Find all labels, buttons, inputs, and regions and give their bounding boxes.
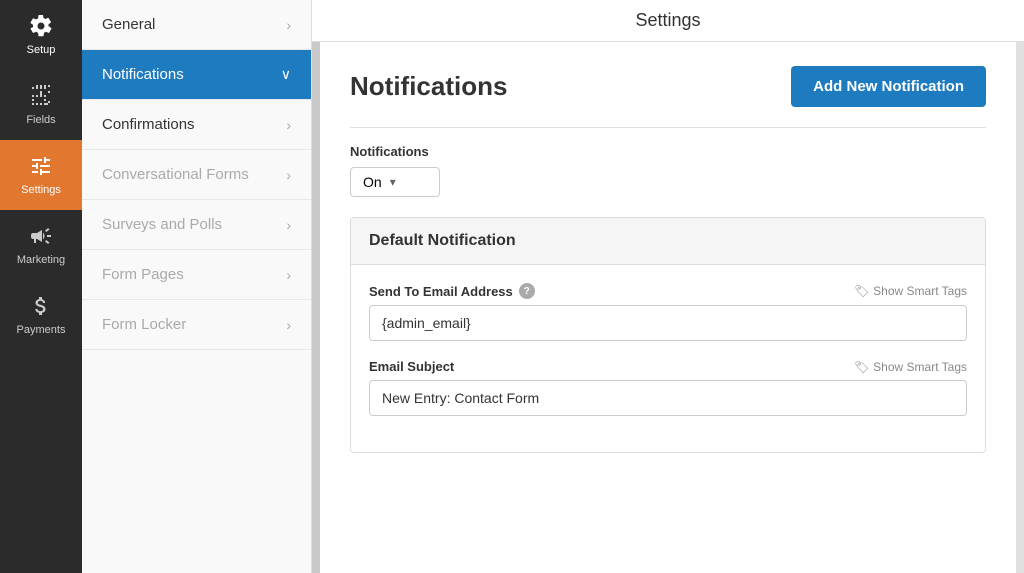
- sidebar-item-settings[interactable]: Settings: [0, 140, 82, 210]
- nav-item-general[interactable]: General ›: [82, 0, 311, 50]
- scrollbar[interactable]: [1016, 42, 1024, 573]
- nav-sidebar: General › Notifications ∨ Confirmations …: [82, 0, 312, 573]
- send-to-email-group: Send To Email Address ? 🏷 Show Smart Tag…: [369, 283, 967, 341]
- notification-card-body: Send To Email Address ? 🏷 Show Smart Tag…: [351, 265, 985, 452]
- email-subject-input[interactable]: [369, 380, 967, 416]
- gear-icon: [29, 14, 53, 38]
- email-subject-smart-tags-label: Show Smart Tags: [873, 360, 967, 374]
- nav-item-form-locker[interactable]: Form Locker ›: [82, 300, 311, 350]
- content-area: Notifications Add New Notification Notif…: [312, 42, 1024, 573]
- nav-item-conversational-forms-label: Conversational Forms: [102, 166, 249, 183]
- tag-icon: 🏷: [854, 284, 869, 298]
- page-title: Settings: [635, 10, 700, 30]
- notifications-value: On: [363, 174, 382, 190]
- icon-sidebar: Setup Fields Settings Marketing Payments: [0, 0, 82, 573]
- nav-item-notifications-label: Notifications: [102, 66, 184, 83]
- notifications-toggle-group: Notifications On ▾: [350, 144, 986, 197]
- panel-top-row: Notifications Add New Notification: [350, 66, 986, 107]
- chevron-right-icon-3: ›: [286, 167, 291, 183]
- add-new-notification-button[interactable]: Add New Notification: [791, 66, 986, 107]
- send-to-label-row: Send To Email Address ? 🏷 Show Smart Tag…: [369, 283, 967, 299]
- chevron-right-icon-4: ›: [286, 217, 291, 233]
- sidebar-label-fields: Fields: [26, 114, 55, 126]
- nav-item-confirmations[interactable]: Confirmations ›: [82, 100, 311, 150]
- chevron-right-icon: ›: [286, 17, 291, 33]
- main-area: Settings Notifications Add New Notificat…: [312, 0, 1024, 573]
- send-to-smart-tags-link[interactable]: 🏷 Show Smart Tags: [854, 284, 967, 298]
- email-subject-smart-tags-link[interactable]: 🏷 Show Smart Tags: [854, 360, 967, 374]
- megaphone-icon: [29, 224, 53, 248]
- fields-icon: [29, 84, 53, 108]
- sidebar-item-fields[interactable]: Fields: [0, 70, 82, 140]
- notifications-dropdown[interactable]: On ▾: [350, 167, 440, 197]
- sidebar-label-settings: Settings: [21, 184, 61, 196]
- sidebar-label-setup: Setup: [27, 44, 56, 56]
- sidebar-label-marketing: Marketing: [17, 254, 65, 266]
- dropdown-arrow-icon: ▾: [390, 175, 396, 189]
- right-panel: Notifications Add New Notification Notif…: [320, 42, 1016, 573]
- sidebar-item-payments[interactable]: Payments: [0, 280, 82, 350]
- tag-icon-2: 🏷: [854, 360, 869, 374]
- notification-card: Default Notification Send To Email Addre…: [350, 217, 986, 453]
- sliders-icon: [29, 154, 53, 178]
- sidebar-item-setup[interactable]: Setup: [0, 0, 82, 70]
- nav-item-confirmations-label: Confirmations: [102, 116, 195, 133]
- sidebar-item-marketing[interactable]: Marketing: [0, 210, 82, 280]
- chevron-right-icon-2: ›: [286, 117, 291, 133]
- notification-card-header: Default Notification: [351, 218, 985, 265]
- chevron-right-icon-6: ›: [286, 317, 291, 333]
- send-to-label: Send To Email Address ?: [369, 283, 535, 299]
- nav-item-surveys-polls[interactable]: Surveys and Polls ›: [82, 200, 311, 250]
- chevron-right-icon-5: ›: [286, 267, 291, 283]
- send-to-smart-tags-label: Show Smart Tags: [873, 284, 967, 298]
- divider-line: [350, 127, 986, 128]
- dollar-icon: [29, 294, 53, 318]
- nav-item-notifications[interactable]: Notifications ∨: [82, 50, 311, 100]
- email-subject-label: Email Subject: [369, 359, 454, 374]
- send-to-email-input[interactable]: [369, 305, 967, 341]
- nav-item-general-label: General: [102, 16, 155, 33]
- send-to-help-icon[interactable]: ?: [519, 283, 535, 299]
- nav-item-form-pages-label: Form Pages: [102, 266, 184, 283]
- chevron-down-icon: ∨: [281, 66, 291, 83]
- notifications-field-label: Notifications: [350, 144, 986, 159]
- nav-item-surveys-polls-label: Surveys and Polls: [102, 216, 222, 233]
- nav-item-form-pages[interactable]: Form Pages ›: [82, 250, 311, 300]
- resize-handle[interactable]: [312, 42, 320, 573]
- page-header: Settings: [312, 0, 1024, 42]
- sidebar-label-payments: Payments: [17, 324, 66, 336]
- panel-title: Notifications: [350, 71, 507, 102]
- email-subject-label-row: Email Subject 🏷 Show Smart Tags: [369, 359, 967, 374]
- email-subject-group: Email Subject 🏷 Show Smart Tags: [369, 359, 967, 416]
- nav-item-conversational-forms[interactable]: Conversational Forms ›: [82, 150, 311, 200]
- nav-item-form-locker-label: Form Locker: [102, 316, 186, 333]
